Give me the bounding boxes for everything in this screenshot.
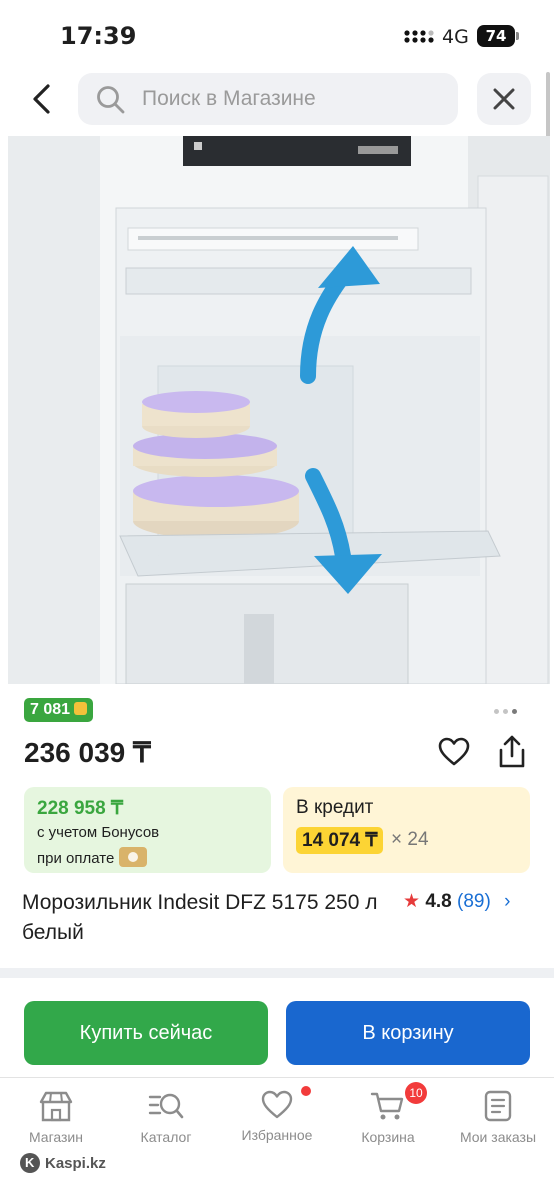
section-divider [0, 968, 554, 978]
add-to-cart-button[interactable]: В корзину [286, 1001, 530, 1065]
share-icon[interactable] [496, 734, 528, 770]
status-time: 17:39 [60, 22, 137, 50]
search-input[interactable]: Поиск в Магазине [78, 73, 458, 125]
chevron-right-icon: › [504, 891, 511, 912]
catalog-search-icon [148, 1093, 184, 1119]
close-button[interactable] [477, 73, 531, 125]
credit-months: × 24 [391, 829, 429, 850]
pagination-dot [494, 709, 499, 714]
product-image[interactable] [8, 136, 550, 684]
search-placeholder: Поиск в Магазине [142, 87, 316, 110]
tab-label: Избранное [241, 1127, 313, 1143]
tab-catalog[interactable]: Каталог [116, 1090, 216, 1145]
battery-icon: 74 [477, 25, 515, 47]
search-icon [97, 86, 125, 114]
tab-orders[interactable]: Мои заказы [448, 1090, 548, 1145]
bonus-price-card[interactable]: 228 958 ₸ с учетом Бонусов при оплате [24, 787, 271, 873]
favorites-dot-badge [301, 1086, 311, 1096]
bonus-badge: 7 081 [24, 698, 94, 722]
heart-icon [261, 1090, 293, 1119]
tab-bar: Магазин Каталог Избранное Корзина 10 Мои… [0, 1077, 554, 1201]
bonus-coin-icon [74, 702, 88, 715]
star-icon: ★ [403, 891, 421, 912]
bonus-caption-line1: с учетом Бонусов [37, 824, 160, 841]
bonus-caption-line2-wrap: при оплате [37, 847, 148, 867]
kaspi-watermark: Kaspi.kz [20, 1153, 106, 1173]
freezer-illustration [8, 136, 550, 684]
store-icon [39, 1091, 73, 1122]
orders-icon [484, 1090, 512, 1122]
rating-link[interactable]: ★ 4.8 (89) › [403, 890, 510, 913]
reviews-count: (89) [457, 891, 491, 912]
network-type: 4G [442, 26, 469, 48]
battery-cap [516, 32, 519, 40]
cart-count-badge: 10 [405, 1082, 427, 1104]
pagination-dot-active [512, 709, 517, 714]
cart-icon [370, 1092, 404, 1120]
rating-value: 4.8 [425, 891, 452, 912]
bonus-price: 228 958 ₸ [37, 798, 124, 819]
close-icon [493, 88, 515, 110]
tab-store[interactable]: Магазин [6, 1090, 106, 1145]
credit-monthly: 14 074 ₸ [296, 827, 384, 854]
tab-label: Магазин [28, 1129, 83, 1145]
kaspi-logo-icon [20, 1153, 40, 1173]
tab-label: Корзина [361, 1129, 415, 1145]
tab-favorites[interactable]: Избранное [227, 1086, 327, 1143]
gallery-pagination [494, 701, 521, 719]
bonus-badge-value: 7 081 [30, 701, 71, 718]
pagination-dot [503, 709, 508, 714]
product-price: 236 039 ₸ [24, 737, 151, 768]
credit-card[interactable]: В кредит 14 074 ₸ × 24 [283, 787, 530, 873]
tab-label: Каталог [140, 1129, 192, 1145]
top-bar: Поиск в Магазине [0, 70, 554, 132]
brand-text: Kaspi.kz [45, 1155, 106, 1172]
back-arrow-icon[interactable] [26, 80, 60, 118]
credit-title: В кредит [296, 797, 374, 818]
favorite-heart-icon[interactable] [438, 737, 470, 767]
bonus-caption-line2: при оплате [37, 850, 115, 867]
buy-now-button[interactable]: Купить сейчас [24, 1001, 268, 1065]
product-title: Морозильник Indesit DFZ 5175 250 л белый [22, 891, 378, 944]
tab-cart[interactable]: Корзина 10 [338, 1082, 438, 1145]
status-bar: 17:39 4G 74 [0, 0, 554, 70]
tab-label: Мои заказы [459, 1129, 537, 1145]
kaspi-card-icon [119, 847, 148, 867]
signal-icon [404, 30, 434, 43]
